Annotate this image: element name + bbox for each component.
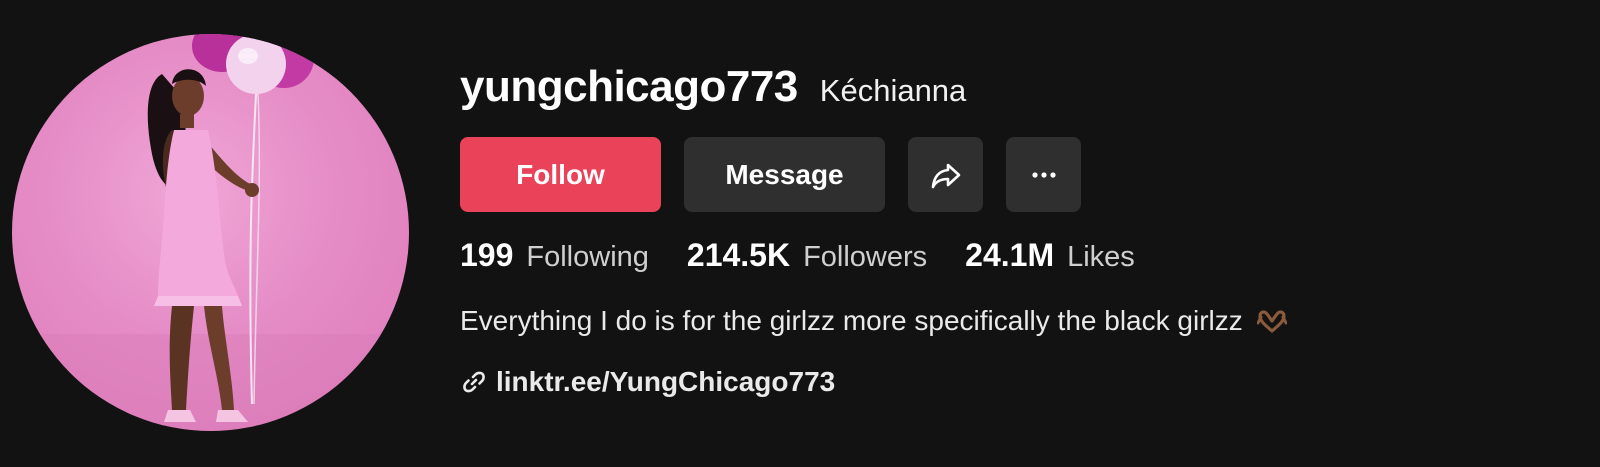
follow-button[interactable]: Follow	[460, 137, 661, 212]
stat-followers[interactable]: 214.5K Followers	[687, 237, 927, 274]
nickname: Kéchianna	[819, 73, 967, 108]
likes-label: Likes	[1067, 241, 1135, 273]
following-label: Following	[526, 241, 649, 273]
heart-hands-icon	[1256, 308, 1288, 340]
message-button[interactable]: Message	[684, 137, 885, 212]
more-icon	[1031, 171, 1056, 178]
profile-photo	[12, 34, 409, 431]
bio: Everything I do is for the girlzz more s…	[460, 305, 1288, 340]
profile-header: yungchicago773 Kéchianna	[460, 62, 966, 112]
more-options-button[interactable]	[1006, 137, 1081, 212]
profile-stats: 199 Following 214.5K Followers 24.1M Lik…	[460, 237, 1173, 274]
likes-count: 24.1M	[965, 237, 1055, 273]
following-count: 199	[460, 237, 514, 273]
stat-likes: 24.1M Likes	[965, 237, 1135, 274]
followers-count: 214.5K	[686, 237, 791, 273]
action-buttons: Follow Message	[460, 137, 1081, 212]
username: yungchicago773	[460, 62, 798, 111]
profile-link[interactable]: linktr.ee/YungChicago773	[460, 366, 835, 398]
link-icon	[460, 368, 488, 396]
stat-following[interactable]: 199 Following	[460, 237, 649, 274]
avatar[interactable]	[12, 34, 409, 431]
share-icon	[931, 163, 960, 188]
bio-text: Everything I do is for the girlzz more s…	[460, 305, 1243, 336]
link-text: linktr.ee/YungChicago773	[496, 366, 836, 397]
followers-label: Followers	[803, 241, 928, 273]
profile-page: yungchicago773 Kéchianna Follow Message …	[0, 0, 1600, 467]
share-button[interactable]	[908, 137, 983, 212]
